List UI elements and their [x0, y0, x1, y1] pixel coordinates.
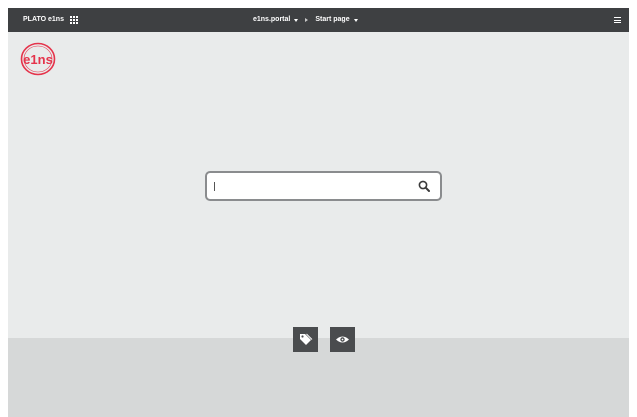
brand-area[interactable]: PLATO e1ns — [23, 8, 78, 32]
app-window: PLATO e1ns e1ns.portal Start page e1ns — [8, 8, 629, 417]
search-box[interactable] — [205, 171, 442, 201]
apps-grid-icon[interactable] — [69, 16, 78, 24]
portal-dropdown[interactable]: e1ns.portal — [253, 8, 299, 32]
breadcrumb-separator-icon — [305, 18, 309, 22]
search-icon[interactable] — [418, 180, 430, 192]
view-button[interactable] — [330, 327, 355, 352]
search-input[interactable] — [213, 177, 413, 195]
tags-icon — [300, 333, 313, 345]
chevron-down-icon — [294, 18, 299, 22]
footer-panel — [8, 338, 629, 417]
logo-text: e1ns — [23, 52, 53, 67]
eye-icon — [336, 336, 349, 343]
text-cursor — [214, 182, 215, 191]
top-bar: PLATO e1ns e1ns.portal Start page — [8, 8, 629, 32]
tags-button[interactable] — [293, 327, 318, 352]
brand-name: PLATO e1ns — [23, 16, 64, 23]
portal-label: e1ns.portal — [253, 16, 291, 23]
breadcrumb: e1ns.portal Start page — [253, 8, 358, 32]
e1ns-logo: e1ns — [20, 42, 56, 76]
page-dropdown[interactable]: Start page — [315, 8, 358, 32]
hamburger-menu-icon[interactable] — [614, 17, 621, 23]
chevron-down-icon — [353, 18, 358, 22]
page-label: Start page — [315, 16, 350, 23]
